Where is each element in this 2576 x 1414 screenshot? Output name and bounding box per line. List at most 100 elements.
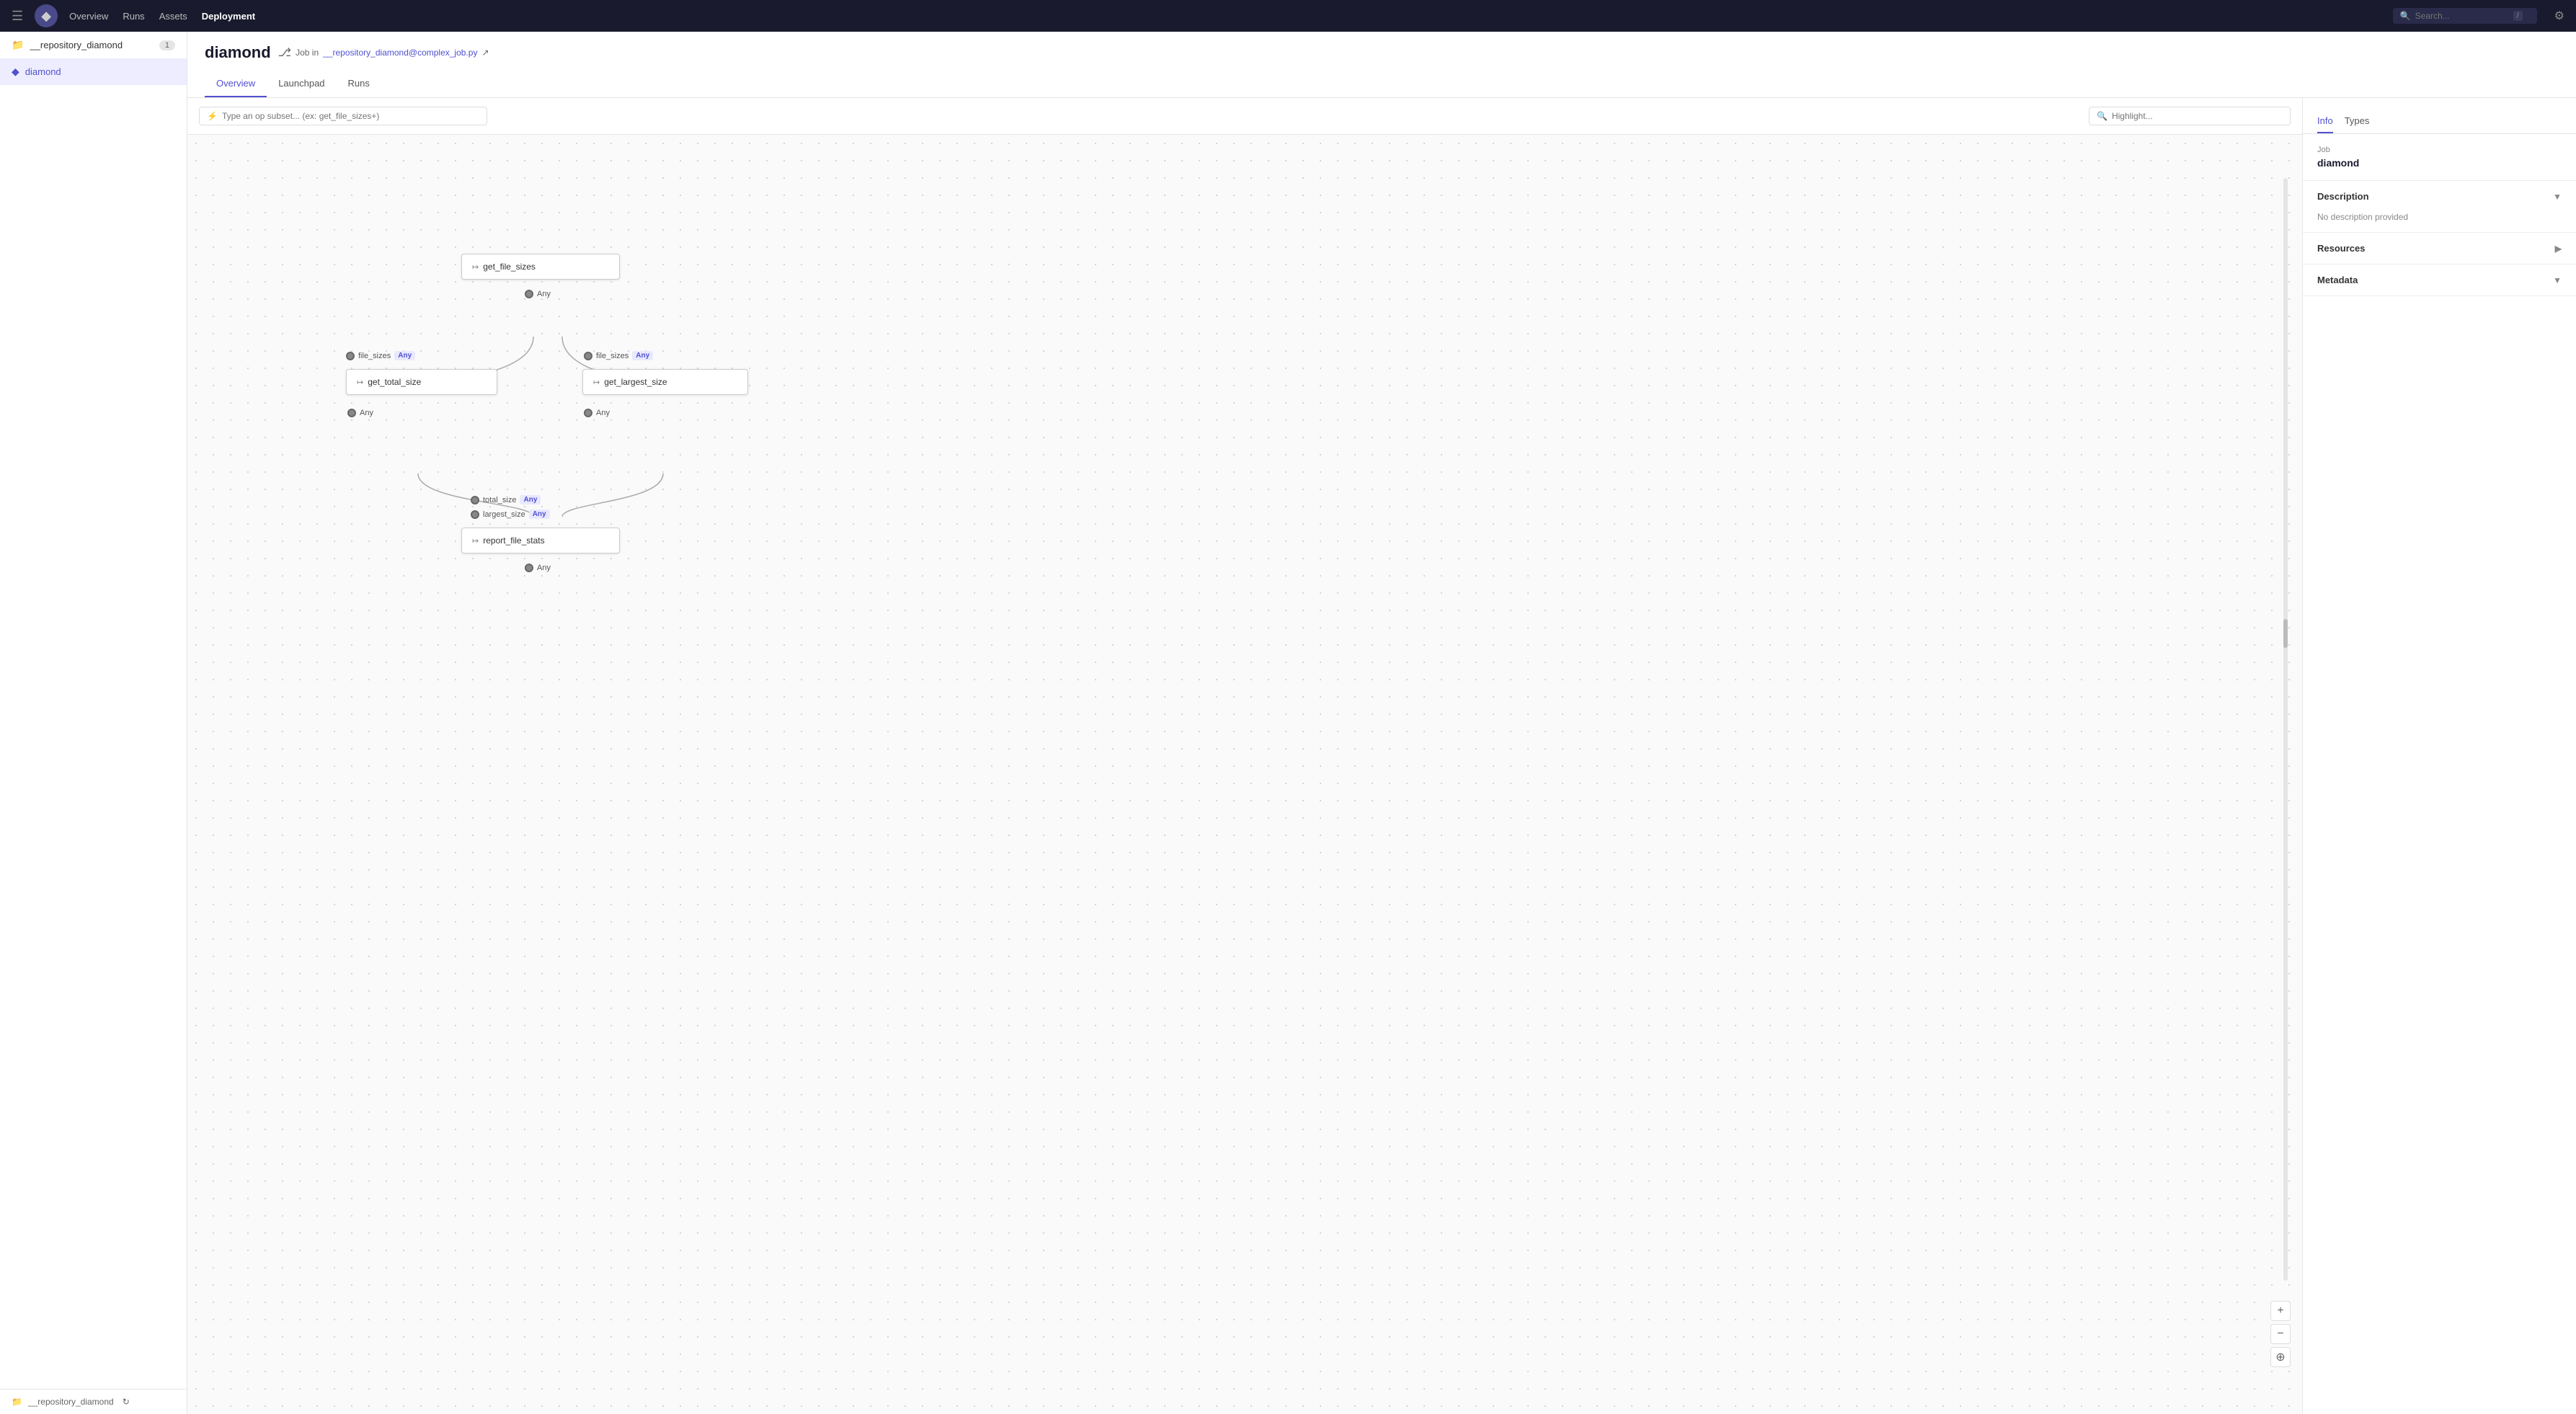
op-icon: ↦	[593, 378, 600, 387]
chevron-down-icon-metadata: ▼	[2553, 275, 2562, 285]
app-logo: ◆	[35, 4, 58, 27]
op-icon: ↦	[357, 378, 363, 387]
accordion-metadata-header[interactable]: Metadata ▼	[2303, 264, 2576, 295]
port-label: Any	[360, 409, 373, 417]
port-badge: Any	[520, 495, 541, 504]
sidebar: 📁 __repository_diamond 1 ◆ diamond 📁 __r…	[0, 32, 187, 1414]
folder-icon: 📁	[12, 39, 24, 51]
job-link[interactable]: __repository_diamond@complex_job.py	[323, 48, 477, 58]
node-label-get-total-size: get_total_size	[368, 377, 421, 387]
port-dot	[584, 409, 592, 417]
port-get-total-size-in: file_sizes Any	[346, 351, 415, 360]
job-info: ⎇ Job in __repository_diamond@complex_jo…	[278, 45, 489, 60]
scroll-thumb[interactable]	[2283, 619, 2288, 648]
diamond-icon: ◆	[12, 66, 19, 78]
nav-deployment[interactable]: Deployment	[202, 8, 255, 25]
node-get-largest-size[interactable]: ↦ get_largest_size	[582, 369, 748, 395]
info-tab-info[interactable]: Info	[2317, 110, 2333, 133]
sidebar-item-repository-label: __repository_diamond	[30, 40, 123, 50]
port-report-largest-size-in: largest_size Any	[471, 510, 550, 519]
port-label: Any	[537, 564, 551, 572]
external-link-icon[interactable]: ↗	[481, 48, 489, 58]
scroll-track[interactable]	[2283, 178, 2288, 1281]
op-icon: ↦	[472, 262, 479, 272]
accordion-description: Description ▼ No description provided	[2303, 181, 2576, 233]
page-header: diamond ⎇ Job in __repository_diamond@co…	[187, 32, 2576, 98]
accordion-description-content: No description provided	[2303, 212, 2576, 232]
port-label: file_sizes	[358, 352, 391, 360]
search-shortcut: /	[2513, 11, 2523, 21]
top-nav: ☰ ◆ Overview Runs Assets Deployment 🔍 / …	[0, 0, 2576, 32]
search-input[interactable]	[2415, 11, 2509, 21]
port-dot	[347, 409, 356, 417]
zoom-center-button[interactable]: ⊕	[2270, 1347, 2291, 1367]
highlight-input[interactable]	[2112, 111, 2283, 121]
nav-assets[interactable]: Assets	[159, 8, 187, 25]
accordion-description-label: Description	[2317, 191, 2369, 202]
accordion-metadata: Metadata ▼	[2303, 264, 2576, 296]
port-get-largest-size-in: file_sizes Any	[584, 351, 653, 360]
zoom-in-button[interactable]: +	[2270, 1301, 2291, 1321]
tab-launchpad[interactable]: Launchpad	[267, 71, 336, 97]
description-text: No description provided	[2317, 212, 2408, 222]
graph-area: ⚡ 🔍	[187, 98, 2302, 1414]
port-label: file_sizes	[596, 352, 629, 360]
nav-runs[interactable]: Runs	[123, 8, 144, 25]
port-label: Any	[596, 409, 610, 417]
port-badge: Any	[632, 351, 653, 360]
node-get-file-sizes[interactable]: ↦ get_file_sizes	[461, 254, 620, 280]
folder-icon-bottom: 📁	[12, 1397, 22, 1407]
port-dot	[471, 510, 479, 519]
port-label: Any	[537, 290, 551, 298]
op-icon: ↦	[472, 536, 479, 546]
info-panel: Info Types Job diamond Description ▼ No …	[2302, 98, 2576, 1414]
dag-canvas: ↦ get_file_sizes Any file_sizes Any	[187, 135, 2302, 1410]
accordion-description-header[interactable]: Description ▼	[2303, 181, 2576, 212]
filter-bar: ⚡ 🔍	[187, 98, 2302, 135]
sidebar-item-diamond-label: diamond	[25, 66, 61, 77]
tab-runs[interactable]: Runs	[337, 71, 381, 97]
port-dot	[525, 564, 533, 572]
highlight-filter[interactable]: 🔍	[2089, 107, 2291, 125]
nav-links: Overview Runs Assets Deployment	[69, 8, 2381, 25]
job-icon: ⎇	[278, 45, 291, 60]
sidebar-bottom-label: __repository_diamond	[28, 1397, 114, 1407]
op-subset-filter[interactable]: ⚡	[199, 107, 487, 125]
page-title: diamond	[205, 43, 271, 62]
accordion-resources: Resources ▶	[2303, 233, 2576, 264]
job-text: Job in	[296, 48, 319, 58]
search-icon: 🔍	[2400, 11, 2411, 21]
info-panel-tabs: Info Types	[2303, 98, 2576, 134]
content-area: diamond ⎇ Job in __repository_diamond@co…	[187, 32, 2576, 1414]
sidebar-bottom[interactable]: 📁 __repository_diamond ↻	[0, 1389, 187, 1414]
refresh-icon[interactable]: ↻	[123, 1397, 130, 1407]
port-get-largest-size-out: Any	[584, 409, 610, 417]
sidebar-item-repository[interactable]: 📁 __repository_diamond 1	[0, 32, 187, 58]
accordion-resources-label: Resources	[2317, 243, 2365, 254]
node-get-total-size[interactable]: ↦ get_total_size	[346, 369, 497, 395]
nav-overview[interactable]: Overview	[69, 8, 108, 25]
op-subset-input[interactable]	[222, 111, 479, 121]
page-title-row: diamond ⎇ Job in __repository_diamond@co…	[205, 43, 2559, 62]
page-tabs: Overview Launchpad Runs	[205, 71, 2559, 97]
tab-overview[interactable]: Overview	[205, 71, 267, 97]
sidebar-item-diamond[interactable]: ◆ diamond	[0, 58, 187, 85]
hamburger-icon[interactable]: ☰	[12, 9, 23, 24]
search-bar[interactable]: 🔍 /	[2393, 8, 2537, 24]
info-tab-types[interactable]: Types	[2345, 110, 2370, 133]
port-badge: Any	[529, 510, 550, 519]
port-report-file-stats-out: Any	[525, 564, 551, 572]
highlight-search-icon: 🔍	[2097, 111, 2108, 121]
node-report-file-stats[interactable]: ↦ report_file_stats	[461, 528, 620, 553]
port-dot	[471, 496, 479, 504]
settings-icon[interactable]: ⚙	[2554, 9, 2564, 23]
accordion-metadata-label: Metadata	[2317, 275, 2358, 285]
port-label: largest_size	[483, 510, 525, 519]
info-job-section: Job diamond	[2303, 134, 2576, 181]
dag-connections	[187, 135, 2302, 1410]
port-get-total-size-out: Any	[347, 409, 373, 417]
zoom-out-button[interactable]: −	[2270, 1324, 2291, 1344]
accordion-resources-header[interactable]: Resources ▶	[2303, 233, 2576, 264]
port-badge: Any	[394, 351, 415, 360]
info-job-label: Job	[2317, 146, 2562, 154]
